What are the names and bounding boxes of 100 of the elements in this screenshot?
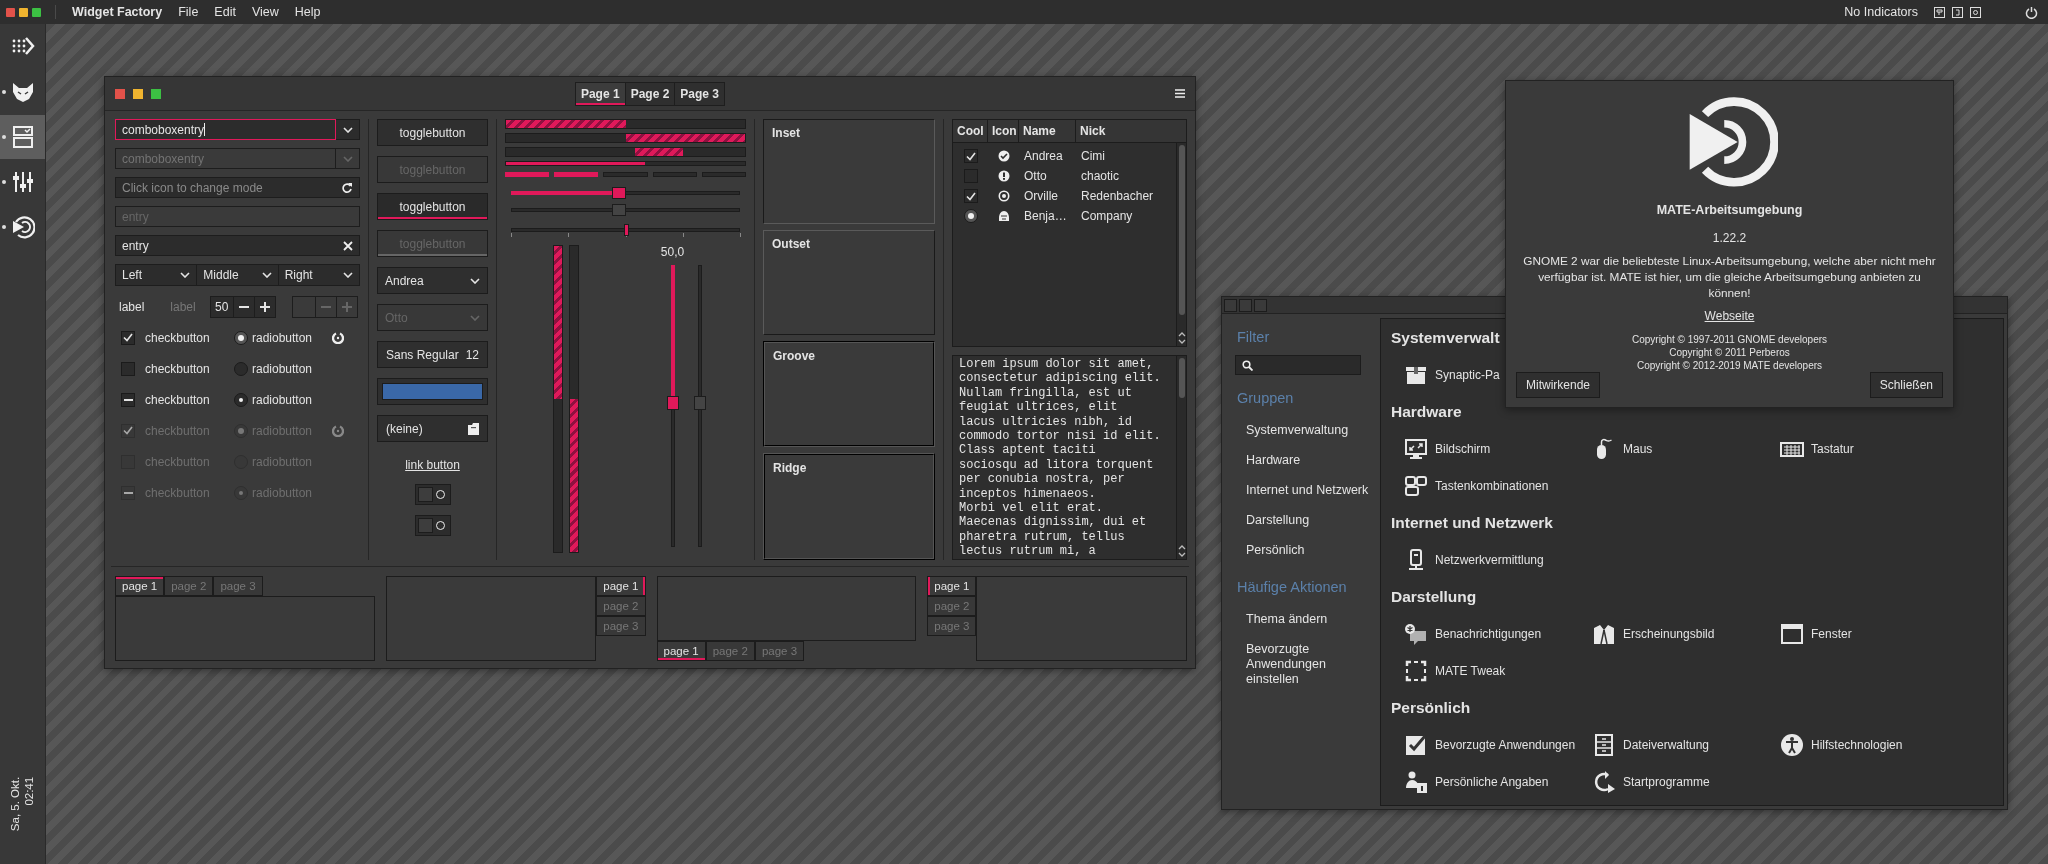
scrollbar[interactable] xyxy=(1176,356,1186,559)
checkbox[interactable] xyxy=(963,189,978,203)
radio-button[interactable] xyxy=(234,330,248,345)
launcher-item[interactable]: Persönliche Angaben xyxy=(1391,763,1549,800)
checkbox-label[interactable]: checkbutton xyxy=(145,361,234,376)
tab[interactable]: page 1 xyxy=(596,576,646,596)
search-field[interactable] xyxy=(1235,355,1361,375)
sidebar-item[interactable]: Internet und Netzwerk xyxy=(1237,475,1374,505)
slider-thumb[interactable] xyxy=(611,187,626,199)
power-icon[interactable] xyxy=(2025,5,2038,19)
checkbox-label[interactable]: checkbutton xyxy=(145,392,234,407)
dropdown-button[interactable]: Left xyxy=(115,264,198,286)
combo-entry-field[interactable]: comboboxentry xyxy=(115,119,336,140)
column-header[interactable]: Name xyxy=(1019,120,1076,142)
menu-item[interactable]: Help xyxy=(294,5,321,19)
color-button[interactable] xyxy=(377,378,488,405)
sidebar-item[interactable]: Hardware xyxy=(1237,445,1374,475)
launcher-item[interactable]: Benachrichtigungen xyxy=(1391,615,1542,652)
vertical-slider[interactable] xyxy=(666,265,679,547)
minimize-button[interactable] xyxy=(133,88,143,99)
tray-icon[interactable] xyxy=(1970,6,1981,18)
sidebar-item[interactable]: Darstellung xyxy=(1237,505,1374,535)
refresh-icon[interactable] xyxy=(341,181,353,194)
launcher-item[interactable]: Tastatur xyxy=(1767,430,1854,467)
slider[interactable] xyxy=(511,187,740,199)
sidebar-item[interactable]: Bevorzugte Anwendungen einstellen xyxy=(1237,635,1346,695)
column-header[interactable]: Nick xyxy=(1076,120,1186,142)
file-button[interactable]: (keine) xyxy=(377,415,488,442)
slider-thumb[interactable] xyxy=(666,396,679,411)
launcher-item[interactable]: Startprogramme xyxy=(1579,763,1710,800)
sidebar-item[interactable]: Systemverwaltung xyxy=(1237,415,1374,445)
tab[interactable]: page 1 xyxy=(115,576,165,596)
launcher-item[interactable]: Synaptic-Pa xyxy=(1391,356,1500,393)
scrollbar[interactable] xyxy=(1176,143,1186,346)
radio-button[interactable] xyxy=(234,392,248,407)
checkbox[interactable] xyxy=(121,361,135,376)
radio-button[interactable] xyxy=(234,361,248,376)
font-button[interactable]: Sans Regular 12 xyxy=(377,341,488,368)
sidebar-item[interactable]: Thema ändern xyxy=(1237,605,1346,635)
chevron-up-icon[interactable] xyxy=(1177,332,1186,337)
launcher-item[interactable]: Hilfstechnologien xyxy=(1767,726,1903,763)
radio-label[interactable]: radiobutton xyxy=(252,361,332,376)
column-header[interactable]: Icon xyxy=(988,120,1019,142)
radio-button[interactable] xyxy=(963,209,978,223)
dropdown-button[interactable] xyxy=(336,119,360,140)
maximize-button[interactable] xyxy=(151,88,161,99)
launcher-item[interactable]: Netzwerkvermittlung xyxy=(1391,541,1544,578)
launcher-item[interactable]: Dateiverwaltung xyxy=(1579,726,1710,763)
minimize-button[interactable] xyxy=(19,7,28,17)
dialog-button[interactable]: Schließen xyxy=(1869,372,1943,398)
close-button[interactable] xyxy=(115,88,125,99)
dialog-button[interactable]: Mitwirkende xyxy=(1516,372,1601,398)
launcher-item[interactable]: Maus xyxy=(1579,430,1653,467)
checkbox[interactable] xyxy=(121,330,135,345)
slider[interactable] xyxy=(511,224,740,240)
toggle-button[interactable]: togglebutton xyxy=(377,193,488,220)
launcher-item[interactable]: Erscheinungsbild xyxy=(1579,615,1715,652)
switch[interactable] xyxy=(414,515,451,536)
link-button[interactable]: link button xyxy=(405,458,460,472)
launcher-item[interactable]: Fenster xyxy=(1767,615,1852,652)
menu-item[interactable]: File xyxy=(178,5,199,19)
sidebar-item[interactable]: Persönlich xyxy=(1237,535,1374,565)
radio-label[interactable]: radiobutton xyxy=(252,392,332,407)
menu-item[interactable]: Edit xyxy=(214,5,236,19)
chevron-down-icon[interactable] xyxy=(1177,552,1186,557)
chevron-down-icon[interactable] xyxy=(1177,339,1186,344)
launcher-item[interactable]: MATE Tweak xyxy=(1391,652,1506,689)
launcher-item[interactable]: Bevorzugte Anwendungen xyxy=(1391,726,1576,763)
minus-icon[interactable] xyxy=(238,306,249,308)
column-header[interactable]: Cool xyxy=(953,120,988,142)
slider-thumb[interactable] xyxy=(623,224,629,236)
stack-tab[interactable]: Page 3 xyxy=(675,82,725,105)
menu-item[interactable]: View xyxy=(251,5,279,19)
checkbox-label[interactable]: checkbutton xyxy=(145,330,234,345)
launcher-item[interactable]: Tastenkombinationen xyxy=(1391,467,1549,504)
toggle-button[interactable]: togglebutton xyxy=(377,119,488,146)
website-link[interactable]: Webseite xyxy=(1704,309,1755,323)
tab[interactable]: page 1 xyxy=(656,641,706,661)
spin-button[interactable]: 50 xyxy=(209,296,276,318)
dropdown-button[interactable]: Andrea xyxy=(377,267,488,294)
launcher-item[interactable]: Bildschirm xyxy=(1391,430,1491,467)
text-field[interactable]: Click icon to change mode xyxy=(115,177,360,198)
tray-icon[interactable] xyxy=(1934,6,1945,18)
checkbox[interactable] xyxy=(121,392,135,407)
tray-icon[interactable] xyxy=(1952,6,1963,18)
dropdown-button[interactable]: Right xyxy=(278,264,360,286)
stack-tab[interactable]: Page 2 xyxy=(625,82,676,105)
chevron-up-icon[interactable] xyxy=(1177,545,1186,550)
dock-item[interactable] xyxy=(0,115,45,159)
tab[interactable]: page 1 xyxy=(927,576,977,596)
text-area[interactable]: Lorem ipsum dolor sit amet, consectetur adipiscing elit. Nullam fringilla, est ut feugiat ultrices, elit lacus ultricies nibh, id commodo tortor nisi id elit. Class aptent taciti sociosqu ad litora torquent per conubia nostra, per inceptos himenaeos. Morbi vel elit erat. Maecenas dignissim, dui et pharetra rutrum, tellus lectus rutrum mi, a xyxy=(953,356,1176,559)
stack-tab[interactable]: Page 1 xyxy=(575,82,626,105)
clear-icon[interactable] xyxy=(343,240,353,251)
close-button[interactable] xyxy=(6,7,15,17)
maximize-button[interactable] xyxy=(32,7,41,17)
text-field[interactable]: entry xyxy=(115,235,360,256)
menu-icon[interactable] xyxy=(1175,89,1185,98)
dropdown-button[interactable]: Middle xyxy=(197,264,279,286)
switch[interactable] xyxy=(414,484,451,505)
checkbox[interactable] xyxy=(963,149,978,163)
